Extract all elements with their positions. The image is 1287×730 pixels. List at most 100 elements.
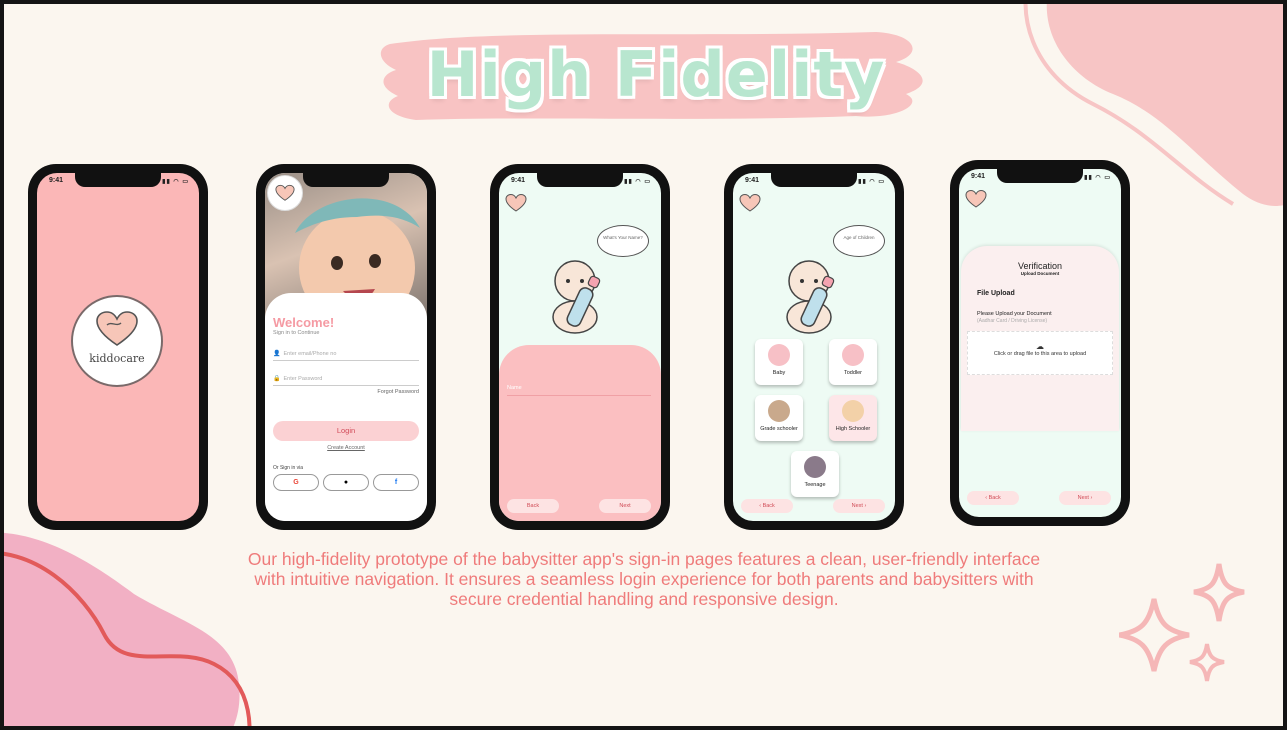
age-select-screen: 9:41 ▮▮ ◠ ▭ Age of Children Baby Toddler	[733, 173, 895, 521]
age-card-label: Baby	[772, 370, 786, 376]
toddler-avatar-icon	[842, 344, 864, 366]
upload-hint: (Aadhar Card / Driving License)	[977, 318, 1048, 324]
email-placeholder: Enter email/Phone no	[283, 351, 337, 357]
slide: High Fidelity 9:41 ▮▮ ◠ ▭ kiddocare Welc…	[4, 4, 1283, 726]
upload-prompt: Please Upload your Document	[977, 311, 1052, 317]
logo-text: kiddocare	[89, 352, 145, 365]
baby-bottle-icon	[552, 260, 601, 334]
forgot-password-link[interactable]: Forgot Password	[273, 389, 419, 395]
status-bar: 9:41 ▮▮ ◠ ▭	[499, 177, 661, 189]
age-card-label: Teenage	[804, 482, 826, 488]
age-card-label: High Schooler	[835, 426, 871, 432]
speech-bubble: Age of Children	[833, 225, 885, 257]
status-bar: 9:41 ▮▮ ◠ ▭	[733, 177, 895, 189]
grade-schooler-avatar-icon	[768, 400, 790, 422]
file-dropzone[interactable]: ☁ Click or drag file to this area to upl…	[967, 331, 1113, 375]
back-label: Back	[988, 495, 1001, 501]
notch	[303, 173, 389, 187]
heart-icon	[96, 311, 138, 346]
sparkle-icon	[1119, 563, 1245, 682]
name-input[interactable]: Name	[507, 385, 651, 396]
verification-title: Verification	[1017, 261, 1063, 271]
password-placeholder: Enter Password	[283, 376, 323, 382]
back-button[interactable]: ‹ Back	[741, 499, 793, 513]
status-time: 9:41	[745, 177, 760, 184]
email-field[interactable]: 👤 Enter email/Phone no	[273, 346, 419, 361]
facebook-icon: f	[394, 479, 398, 486]
age-card-toddler[interactable]: Toddler	[829, 339, 877, 385]
apple-button[interactable]: ●	[323, 474, 369, 491]
apple-icon: ●	[343, 479, 349, 486]
google-icon: G	[293, 479, 299, 486]
verification-card: Verification Upload Document File Upload…	[961, 246, 1119, 431]
name-panel	[499, 345, 661, 521]
heart-icon	[965, 189, 987, 208]
phone-name-entry: 9:41 ▮▮ ◠ ▭ What's Your Name? Name Back …	[490, 164, 670, 530]
google-button[interactable]: G	[273, 474, 319, 491]
back-button[interactable]: ‹ Back	[967, 491, 1019, 505]
back-button[interactable]: Back	[507, 499, 559, 513]
age-card-high-schooler[interactable]: High Schooler	[829, 395, 877, 441]
bubble-text: What's Your Name?	[603, 235, 643, 240]
status-time: 9:41	[49, 177, 64, 184]
speech-bubble: What's Your Name?	[597, 225, 649, 257]
user-icon: 👤	[273, 351, 281, 357]
age-card-baby[interactable]: Baby	[755, 339, 803, 385]
verification-subtitle: Upload Document	[1020, 271, 1060, 276]
signal-wifi-battery-icon: ▮▮ ◠ ▭	[624, 179, 651, 185]
file-upload-heading: File Upload	[977, 290, 1015, 297]
signal-wifi-battery-icon: ▮▮ ◠ ▭	[858, 179, 885, 185]
status-bar: 9:41 ▮▮ ◠ ▭	[959, 173, 1121, 185]
dropzone-text: Click or drag file to this area to uploa…	[993, 351, 1087, 357]
title-banner: High Fidelity	[376, 24, 936, 124]
next-label: Next	[1077, 495, 1089, 501]
signal-wifi-battery-icon: ▮▮ ◠ ▭	[162, 179, 189, 185]
status-time: 9:41	[971, 173, 986, 180]
signal-wifi-battery-icon: ▮▮ ◠ ▭	[1084, 175, 1111, 181]
upload-cloud-icon: ☁	[1036, 342, 1044, 351]
sign-in-card: Welcome! Sign in to Continue 👤 Enter emai…	[265, 293, 427, 521]
slide-description: Our high-fidelity prototype of the babys…	[247, 549, 1041, 609]
splash-screen: 9:41 ▮▮ ◠ ▭ kiddocare	[37, 173, 199, 521]
login-button[interactable]: Login	[273, 421, 419, 441]
high-schooler-avatar-icon	[842, 400, 864, 422]
password-field[interactable]: 🔒 Enter Password	[273, 371, 419, 386]
name-entry-screen: 9:41 ▮▮ ◠ ▭ What's Your Name? Name Back …	[499, 173, 661, 521]
facebook-button[interactable]: f	[373, 474, 419, 491]
status-time: 9:41	[511, 177, 526, 184]
status-bar: 9:41 ▮▮ ◠ ▭	[37, 177, 199, 189]
phone-age-select: 9:41 ▮▮ ◠ ▭ Age of Children Baby Toddler	[724, 164, 904, 530]
next-label: Next	[851, 503, 863, 509]
teenage-avatar-icon	[804, 456, 826, 478]
page-title: High Fidelity	[426, 38, 886, 111]
next-button[interactable]: Next ›	[833, 499, 885, 513]
sign-in-screen: Welcome! Sign in to Continue 👤 Enter emai…	[265, 173, 427, 521]
baby-bottle-icon	[786, 260, 835, 334]
sign-in-subtitle: Sign in to Continue	[273, 330, 320, 336]
heart-icon	[739, 193, 761, 212]
phone-sign-in: Welcome! Sign in to Continue 👤 Enter emai…	[256, 164, 436, 530]
phone-verification: 9:41 ▮▮ ◠ ▭ Verification Upload Document…	[950, 160, 1130, 526]
age-card-label: Toddler	[843, 370, 863, 376]
baby-avatar-icon	[768, 344, 790, 366]
phone-splash: 9:41 ▮▮ ◠ ▭ kiddocare	[28, 164, 208, 530]
create-account-link[interactable]: Create Account	[273, 445, 419, 451]
age-card-teenage[interactable]: Teenage	[791, 451, 839, 497]
age-card-label: Grade schooler	[760, 426, 798, 432]
logo-badge	[267, 175, 303, 211]
lock-icon: 🔒	[273, 376, 281, 382]
heart-icon	[275, 184, 295, 201]
app-logo: kiddocare	[71, 295, 163, 387]
heart-icon	[505, 193, 527, 212]
chevron-right-icon: ›	[1088, 495, 1093, 501]
age-card-grade-schooler[interactable]: Grade schooler	[755, 395, 803, 441]
social-login-row: G ● f	[273, 474, 419, 491]
next-button[interactable]: Next ›	[1059, 491, 1111, 505]
chevron-right-icon: ›	[862, 503, 867, 509]
verification-screen: 9:41 ▮▮ ◠ ▭ Verification Upload Document…	[959, 169, 1121, 517]
welcome-heading: Welcome!	[273, 315, 335, 330]
next-button[interactable]: Next	[599, 499, 651, 513]
or-sign-in-label: Or Sign in via	[273, 465, 304, 471]
bubble-text: Age of Children	[843, 235, 875, 240]
back-label: Back	[762, 503, 775, 509]
